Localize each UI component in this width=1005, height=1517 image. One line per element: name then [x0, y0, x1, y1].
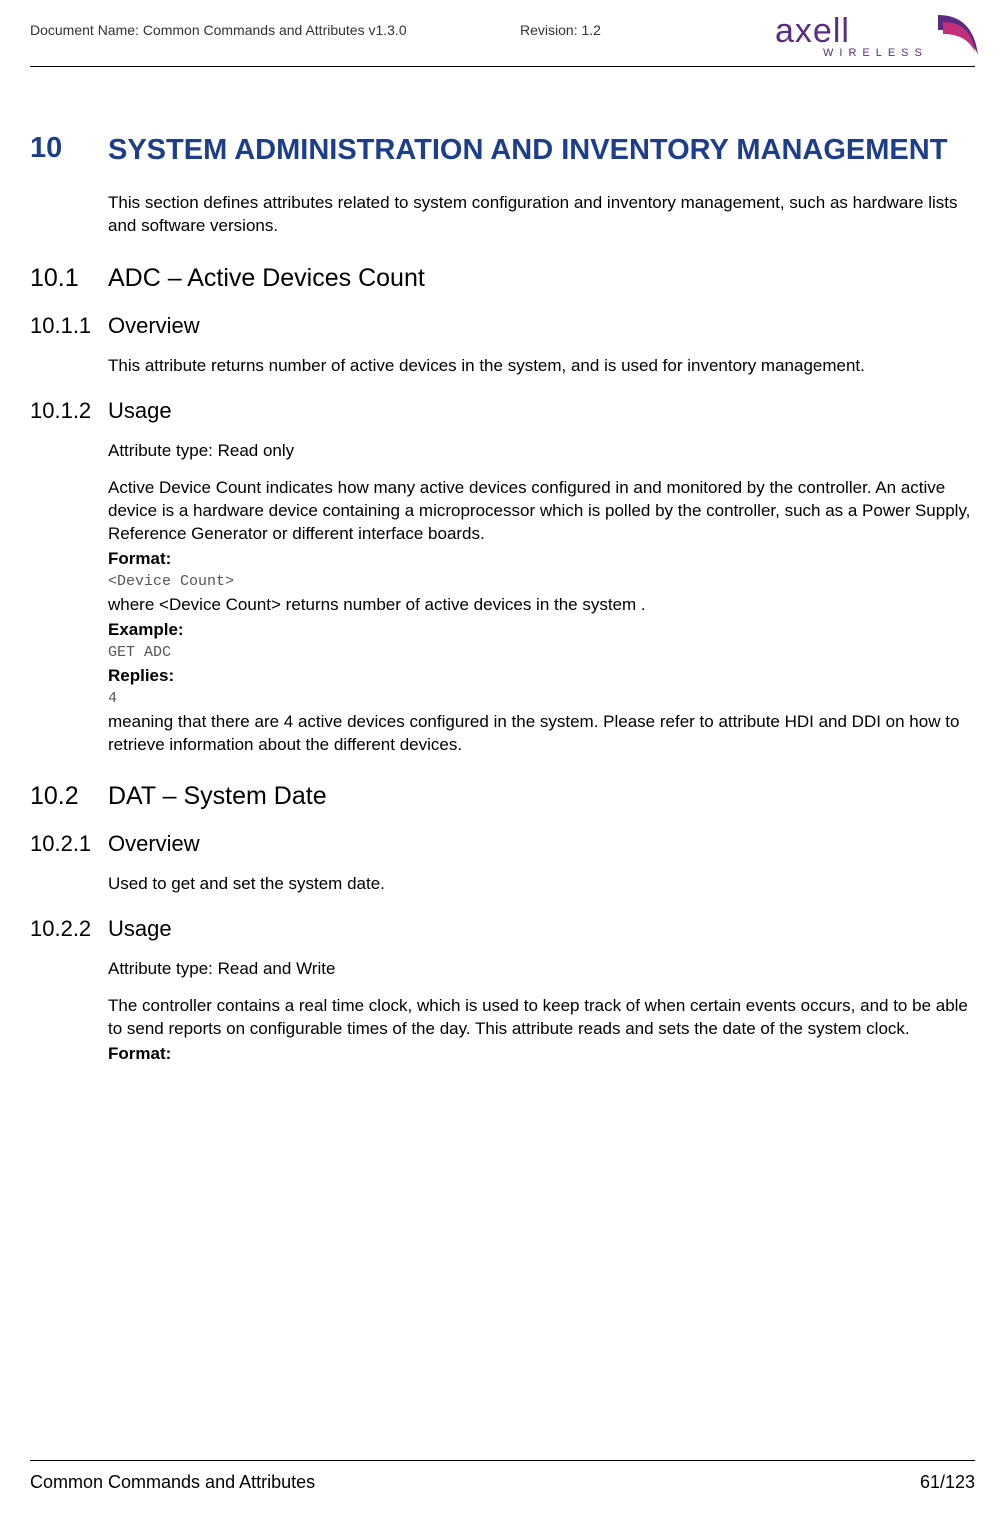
heading-number: 10.1.1: [30, 313, 108, 339]
section-intro: This section defines attributes related …: [108, 192, 975, 238]
attribute-type: Attribute type: Read only: [108, 440, 975, 463]
heading-10-2-1: 10.2.1 Overview: [30, 831, 975, 857]
page-number: 61/123: [920, 1472, 975, 1493]
replies-value: 4: [108, 690, 975, 707]
brand-logo: axell WIRELESS: [775, 12, 975, 62]
logo-swoosh-icon: [933, 10, 983, 60]
attribute-type: Attribute type: Read and Write: [108, 958, 975, 981]
heading-title: DAT – System Date: [108, 782, 327, 811]
heading-number: 10.2.1: [30, 831, 108, 857]
heading-section-10: 10 SYSTEM ADMINISTRATION AND INVENTORY M…: [30, 132, 975, 168]
usage-description: The controller contains a real time cloc…: [108, 995, 975, 1041]
heading-title: Overview: [108, 831, 200, 857]
heading-10-1: 10.1 ADC – Active Devices Count: [30, 264, 975, 293]
format-value: <Device Count>: [108, 573, 975, 590]
footer-divider: [30, 1460, 975, 1461]
replies-label-text: Replies:: [108, 666, 174, 685]
page-content: 10 SYSTEM ADMINISTRATION AND INVENTORY M…: [30, 110, 975, 1068]
footer-title: Common Commands and Attributes: [30, 1472, 315, 1493]
heading-number: 10.2.2: [30, 916, 108, 942]
heading-number: 10.1.2: [30, 398, 108, 424]
heading-10-1-1: 10.1.1 Overview: [30, 313, 975, 339]
page-header: Document Name: Common Commands and Attri…: [30, 22, 975, 62]
heading-title: Usage: [108, 398, 172, 424]
usage-description: Active Device Count indicates how many a…: [108, 477, 975, 546]
heading-number: 10.2: [30, 782, 108, 811]
logo-text-main: axell: [775, 12, 850, 50]
page-footer: Common Commands and Attributes 61/123: [30, 1472, 975, 1493]
heading-title: Overview: [108, 313, 200, 339]
header-divider: [30, 66, 975, 67]
format-label: Format:: [108, 548, 975, 571]
heading-10-1-2: 10.1.2 Usage: [30, 398, 975, 424]
heading-10-2: 10.2 DAT – System Date: [30, 782, 975, 811]
heading-number: 10.1: [30, 264, 108, 293]
heading-10-2-2: 10.2.2 Usage: [30, 916, 975, 942]
overview-text: This attribute returns number of active …: [108, 355, 975, 378]
replies-meaning: meaning that there are 4 active devices …: [108, 711, 975, 757]
format-label: Format:: [108, 1043, 975, 1066]
example-value: GET ADC: [108, 644, 975, 661]
heading-title: ADC – Active Devices Count: [108, 264, 425, 293]
replies-label: Replies:: [108, 665, 975, 688]
heading-title: Usage: [108, 916, 172, 942]
example-label: Example:: [108, 619, 975, 642]
heading-title: SYSTEM ADMINISTRATION AND INVENTORY MANA…: [108, 132, 947, 168]
document-name: Document Name: Common Commands and Attri…: [30, 22, 407, 38]
revision-label: Revision: 1.2: [520, 22, 601, 38]
document-page: Document Name: Common Commands and Attri…: [0, 0, 1005, 1517]
overview-text: Used to get and set the system date.: [108, 873, 975, 896]
format-where: where <Device Count> returns number of a…: [108, 594, 975, 617]
heading-number: 10: [30, 132, 108, 168]
